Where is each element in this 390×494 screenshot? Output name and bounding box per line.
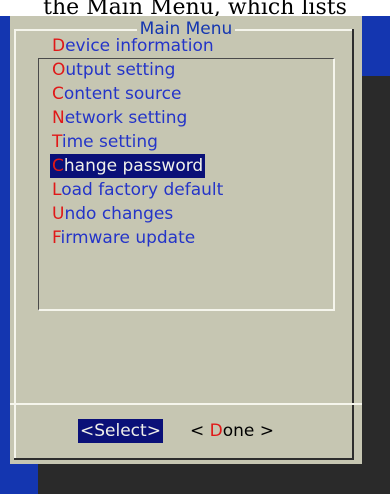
select-button[interactable]: <Select> [78,419,163,443]
menu-item-firmware-update[interactable]: Firmware update [50,226,197,250]
menu-item-label: ndo changes [64,204,174,224]
menu-item-undo-changes[interactable]: Undo changes [50,202,175,226]
menu-item-label: evice information [65,36,214,56]
done-label: one > [222,421,275,441]
hotkey-char: D [52,36,66,56]
menu-item-label: ontent source [63,84,182,104]
menu-item-label: hange password [63,156,204,176]
hotkey-char: N [52,108,65,128]
menu-item-label: oad factory default [61,180,224,200]
done-button[interactable]: < Done > [188,419,276,443]
frame-bottom [14,458,354,460]
hotkey-char: D [209,421,223,441]
menu-item-time-setting[interactable]: Time setting [50,130,160,154]
frame-left [14,29,16,460]
menu-item-content-source[interactable]: Content source [50,82,183,106]
hotkey-char: O [52,60,66,80]
menu-item-label: ime setting [61,132,158,152]
hotkey-char: C [52,156,64,176]
main-menu-dialog: Main Menu Device information Output sett… [10,16,362,464]
hotkey-char: U [52,204,65,224]
menu-item-change-password[interactable]: Change password [50,154,206,178]
hotkey-char: L [52,180,62,200]
terminal-screen: Main Menu Device information Output sett… [0,16,390,494]
menu-item-network-setting[interactable]: Network setting [50,106,189,130]
button-separator [10,403,362,405]
frame-right [352,29,354,460]
menu-item-output-setting[interactable]: Output setting [50,58,177,82]
menu-item-label: utput setting [65,60,176,80]
hotkey-char: F [52,228,61,248]
menu-item-device-information[interactable]: Device information [50,34,216,58]
menu-item-load-factory-default[interactable]: Load factory default [50,178,225,202]
hotkey-char: T [52,132,62,152]
menu-item-label: irmware update [60,228,196,248]
done-bracket-open: < [190,421,210,441]
menu-item-label: etwork setting [64,108,188,128]
menu-list: Device information Output setting Conten… [50,34,225,250]
hotkey-char: C [52,84,64,104]
